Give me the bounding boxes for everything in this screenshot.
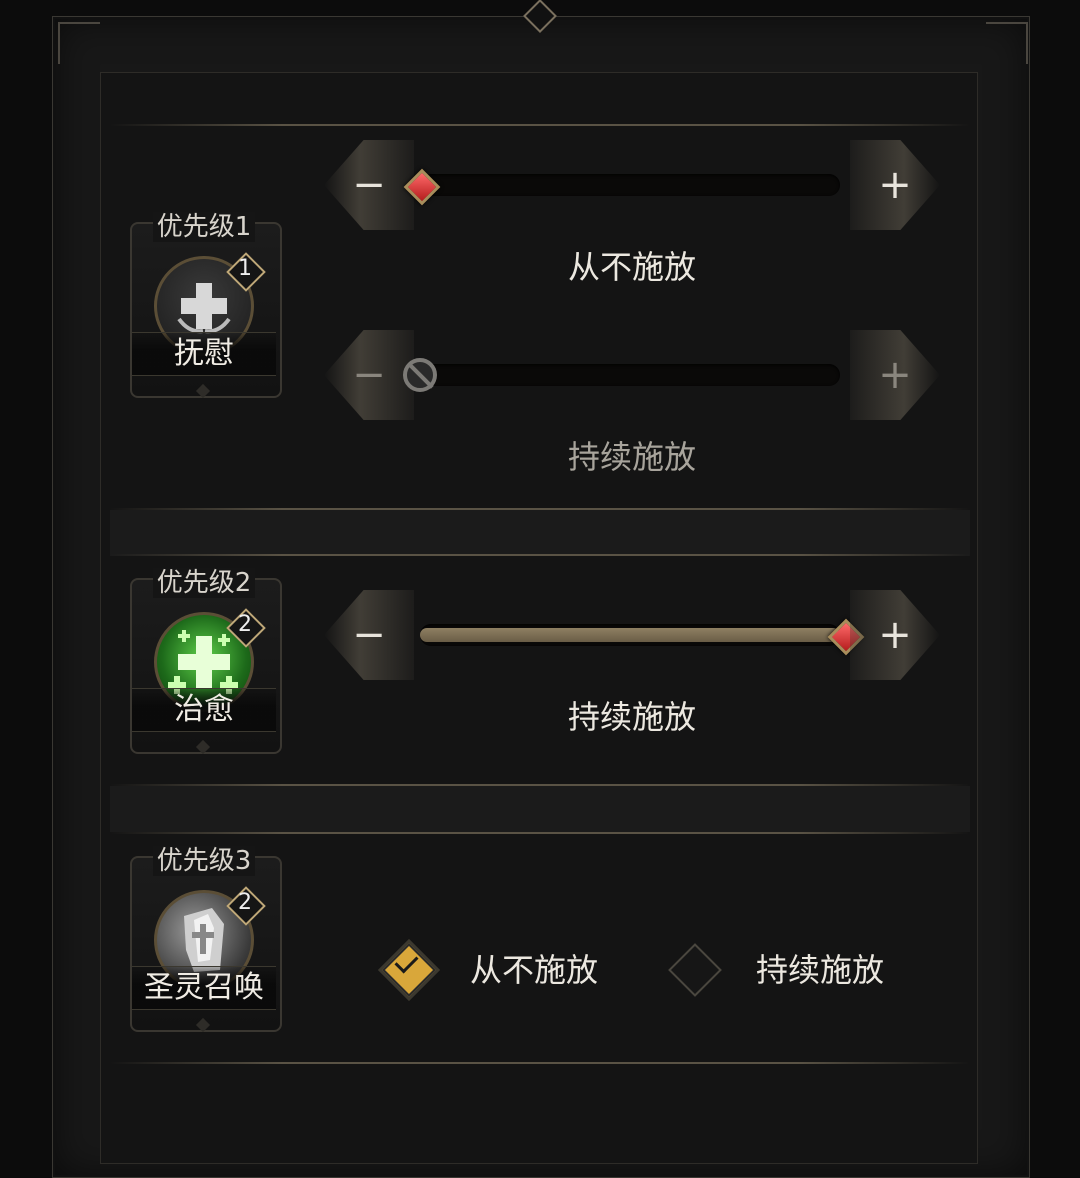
- option-never-cast[interactable]: 从不施放: [382, 938, 599, 998]
- skill-card-heal[interactable]: 优先级2 2 治愈: [128, 562, 282, 755]
- corner-ornament-right: [986, 22, 1028, 64]
- priority-label: 优先级2: [128, 562, 280, 599]
- cast-frequency-slider: − +: [324, 590, 940, 680]
- divider: [110, 554, 970, 556]
- skill-name: 治愈: [132, 688, 276, 732]
- skill-card-soothe[interactable]: 优先级1 1 抚慰: [128, 206, 282, 399]
- slider-value-label: 持续施放: [567, 698, 696, 736]
- slider-value-label: 持续施放: [567, 438, 696, 476]
- checkbox-empty-icon[interactable]: [668, 943, 722, 997]
- cast-frequency-slider: − +: [324, 140, 940, 230]
- corner-ornament-left: [58, 22, 100, 64]
- increase-button[interactable]: +: [850, 140, 940, 230]
- decrease-button[interactable]: −: [324, 140, 414, 230]
- skill-card-holy-spirit-summon[interactable]: 优先级3 2 圣灵召唤: [128, 840, 282, 1033]
- increase-button[interactable]: +: [850, 590, 940, 680]
- divider: [110, 784, 970, 786]
- level-badge: 2: [226, 608, 266, 648]
- checkbox-checked-icon[interactable]: [382, 943, 436, 997]
- decrease-button[interactable]: −: [324, 590, 414, 680]
- slider-track[interactable]: [420, 174, 840, 196]
- disabled-circle-thumb: [403, 358, 437, 392]
- option-label: 从不施放: [470, 951, 599, 989]
- increase-button[interactable]: +: [850, 330, 940, 420]
- section-gap: [110, 786, 970, 832]
- skill-name: 圣灵召唤: [132, 966, 276, 1010]
- red-gem-thumb[interactable]: [403, 168, 441, 206]
- level-badge: 2: [226, 886, 266, 926]
- secondary-slider-disabled: − +: [324, 330, 940, 420]
- section-gap: [110, 510, 970, 556]
- divider: [110, 832, 970, 834]
- option-label: 持续施放: [756, 951, 885, 989]
- divider: [110, 508, 970, 510]
- slider-value-label: 从不施放: [567, 248, 696, 286]
- priority-label: 优先级3: [128, 840, 280, 877]
- level-badge: 1: [226, 252, 266, 292]
- divider: [110, 124, 970, 126]
- option-continuous-cast[interactable]: 持续施放: [668, 938, 885, 998]
- skill-name: 抚慰: [132, 332, 276, 376]
- decrease-button[interactable]: −: [324, 330, 414, 420]
- slider-track: [420, 364, 840, 386]
- slider-fill: [420, 628, 840, 642]
- divider: [110, 1062, 970, 1064]
- slider-track[interactable]: [420, 624, 840, 646]
- priority-label: 优先级1: [128, 206, 280, 243]
